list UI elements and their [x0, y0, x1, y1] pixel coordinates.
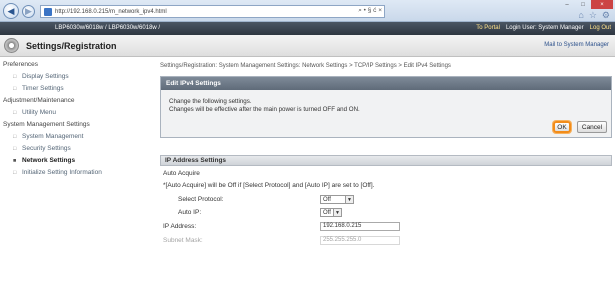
auto-acquire-label: Auto Acquire	[163, 170, 200, 177]
sidebar-heading-adjustment: Adjustment/Maintenance	[3, 97, 75, 104]
mail-to-manager-link[interactable]: Mail to System Manager	[544, 42, 609, 48]
message-line-1: Change the following settings.	[169, 98, 252, 105]
log-out-link[interactable]: Log Out	[590, 25, 611, 31]
sidebar-item-network-settings[interactable]: Network Settings	[0, 155, 155, 167]
back-icon[interactable]: ◀	[3, 3, 19, 19]
cancel-button[interactable]: Cancel	[577, 121, 607, 133]
sidebar-item-timer-settings[interactable]: Timer Settings	[0, 83, 155, 95]
header-links: To Portal Login User: System Manager Log…	[476, 25, 611, 31]
section-title: IP Address Settings	[160, 155, 612, 166]
sidebar-item-utility-menu[interactable]: Utility Menu	[0, 107, 155, 119]
close-icon[interactable]: ×	[591, 0, 613, 9]
address-tools[interactable]: ⌕ • § ć ×	[358, 7, 382, 15]
settings-bar: Settings/Registration Mail to System Man…	[0, 35, 615, 57]
message-line-2: Changes will be effective after the main…	[169, 106, 360, 113]
to-portal-link[interactable]: To Portal	[476, 25, 500, 31]
device-header: LBP6030w/6018w / LBP6030w/6018w / To Por…	[0, 22, 615, 35]
maximize-icon[interactable]: □	[575, 0, 591, 9]
gear-icon[interactable]: ⚙	[602, 10, 610, 21]
sidebar-heading-preferences: Preferences	[3, 61, 39, 68]
home-icon[interactable]: ⌂	[578, 10, 583, 21]
auto-acquire-note: *[Auto Acquire] will be Off if [Select P…	[163, 182, 375, 189]
page-title: Settings/Registration	[26, 41, 117, 51]
ip-address-label: IP Address:	[163, 223, 197, 230]
site-icon	[44, 7, 52, 16]
sidebar-item-system-management[interactable]: System Management	[0, 131, 155, 143]
panel-title: Edit IPv4 Settings	[161, 77, 611, 90]
subnet-mask-input[interactable]: 255.255.255.0	[320, 236, 400, 245]
sidebar-item-initialize[interactable]: Initialize Setting Information	[0, 167, 155, 179]
ip-address-settings: IP Address Settings Auto Acquire *[Auto …	[160, 155, 612, 296]
select-protocol-dropdown[interactable]: Off ▼	[320, 195, 354, 204]
minimize-icon[interactable]: –	[559, 0, 575, 9]
sidebar: Preferences Display Settings Timer Setti…	[0, 57, 155, 296]
browser-icons: ⌂ ☆ ⚙	[578, 10, 610, 21]
login-user: Login User: System Manager	[505, 25, 584, 31]
select-protocol-label: Select Protocol:	[178, 196, 224, 203]
browser-toolbar: ◀ ▶ http://192.168.0.215/m_network_ipv4.…	[0, 0, 615, 22]
chevron-down-icon: ▼	[333, 209, 341, 216]
window-controls: – □ ×	[559, 0, 613, 9]
sidebar-item-security-settings[interactable]: Security Settings	[0, 143, 155, 155]
star-icon[interactable]: ☆	[589, 10, 597, 21]
ip-address-input[interactable]: 192.168.0.215	[320, 222, 400, 231]
main-content: Settings/Registration: System Management…	[160, 57, 612, 296]
forward-icon[interactable]: ▶	[22, 5, 35, 18]
settings-gear-icon	[4, 38, 19, 53]
address-text: http://192.168.0.215/m_network_ipv4.html	[55, 8, 167, 15]
panel-message: Change the following settings. Changes w…	[169, 98, 360, 114]
device-model: LBP6030w/6018w / LBP6030w/6018w /	[55, 25, 161, 31]
breadcrumb: Settings/Registration: System Management…	[160, 63, 451, 69]
sidebar-item-display-settings[interactable]: Display Settings	[0, 71, 155, 83]
ok-button[interactable]: OK	[553, 121, 571, 133]
sidebar-heading-system-management: System Management Settings	[3, 121, 90, 128]
address-bar[interactable]: http://192.168.0.215/m_network_ipv4.html…	[40, 5, 385, 18]
select-protocol-value: Off	[323, 196, 331, 203]
auto-ip-dropdown[interactable]: Off ▼	[320, 208, 342, 217]
chevron-down-icon: ▼	[345, 196, 353, 203]
auto-ip-label: Auto IP:	[178, 209, 202, 216]
auto-ip-value: Off	[323, 209, 331, 216]
edit-ipv4-panel: Edit IPv4 Settings Change the following …	[160, 76, 612, 138]
subnet-mask-label: Subnet Mask:	[163, 237, 203, 244]
